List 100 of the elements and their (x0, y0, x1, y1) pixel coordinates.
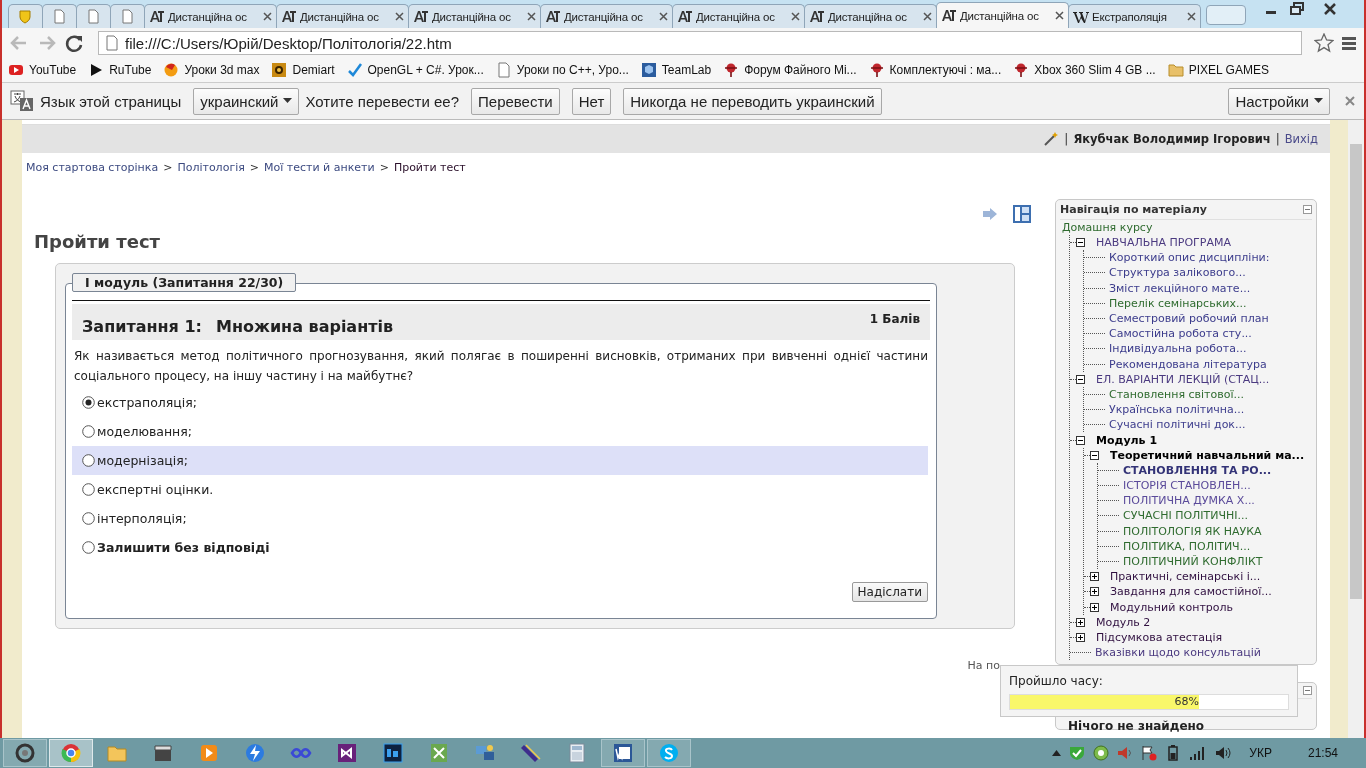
translate-button[interactable]: Нет (571, 87, 612, 115)
expand-icon[interactable] (1076, 617, 1085, 627)
nav-link[interactable]: СТАНОВЛЕННЯ ТА РО... (1123, 462, 1272, 478)
close-icon[interactable] (527, 12, 536, 21)
breadcrumb-link[interactable]: Політологія (177, 160, 245, 174)
browser-tab[interactable]: Дистанційна ос (936, 2, 1069, 28)
bookmark-link[interactable]: Уроки по C++, Уро... (495, 62, 629, 78)
nav-link[interactable]: Модульний контроль (1110, 599, 1234, 615)
panel-icon[interactable] (1012, 204, 1032, 224)
nav-link[interactable]: Українська політична... (1109, 402, 1245, 418)
close-icon[interactable] (1187, 12, 1196, 21)
expand-icon[interactable] (1076, 632, 1085, 642)
close-icon[interactable] (395, 12, 404, 21)
nav-link[interactable]: Зміст лекційного мате... (1109, 280, 1251, 296)
close-icon[interactable] (1055, 11, 1064, 20)
nav-link[interactable]: Сучасні політичні док... (1109, 417, 1246, 433)
expand-icon[interactable] (1090, 572, 1099, 582)
collapse-icon[interactable] (1076, 238, 1085, 248)
bookmark-link[interactable]: YouTube (8, 62, 77, 78)
nav-link[interactable]: Індивідуальна робота... (1109, 341, 1247, 357)
answer-option[interactable]: модернізація; (97, 453, 188, 468)
radio-button[interactable] (82, 483, 95, 496)
radio-button[interactable] (82, 425, 95, 438)
flag-icon[interactable] (1141, 745, 1158, 761)
breadcrumb-link[interactable]: Мої тести й анкети (264, 160, 375, 174)
shield-check-icon[interactable] (1069, 745, 1086, 761)
nav-link[interactable]: Перелік семінарських... (1109, 295, 1247, 311)
nav-link[interactable]: Домашня курсу (1062, 220, 1312, 235)
bookmark-link[interactable]: Комплектуючі : ма... (868, 62, 1002, 78)
browser-tab[interactable] (76, 4, 111, 28)
nav-link[interactable]: Становлення світової... (1109, 386, 1244, 402)
answer-option[interactable]: екстраполяція; (97, 395, 198, 410)
browser-tab[interactable] (42, 4, 77, 28)
nav-link[interactable]: Короткий опис дисципліни: (1109, 250, 1270, 266)
close-icon[interactable] (659, 12, 668, 21)
taskbar-button[interactable] (601, 739, 645, 767)
radio-button[interactable] (82, 396, 95, 409)
nav-link[interactable]: Теоретичний навчальний ма... (1110, 447, 1305, 463)
translate-button[interactable]: Перевести (471, 87, 560, 115)
browser-tab[interactable]: Дистанційна ос (672, 4, 805, 28)
nav-link[interactable]: Практичні, семінарські і... (1110, 569, 1261, 585)
logout-link[interactable]: Вихід (1284, 132, 1318, 146)
expand-icon[interactable] (1090, 587, 1099, 597)
scrollbar[interactable] (1348, 120, 1364, 738)
close-icon[interactable] (923, 12, 932, 21)
caret-up-icon[interactable] (1052, 750, 1062, 756)
bookmark-link[interactable]: Уроки 3d max (163, 62, 260, 78)
address-field[interactable]: file:///C:/Users/Юрій/Desktop/Політологія/22.htm (98, 31, 1302, 55)
bookmark-link[interactable]: OpenGL + C#. Урок... (346, 62, 484, 78)
keyboard-language[interactable]: УКР (1249, 746, 1272, 760)
browser-tab[interactable]: Дистанційна ос (276, 4, 409, 28)
browser-tab[interactable]: Дистанційна ос (144, 4, 277, 28)
menu-icon[interactable] (1340, 34, 1358, 52)
breadcrumb-link[interactable]: Моя стартова сторінка (26, 160, 159, 174)
answer-option[interactable]: інтерполяція; (97, 511, 187, 526)
volume-icon[interactable] (1215, 745, 1234, 761)
nav-link[interactable]: ІСТОРІЯ СТАНОВЛЕН... (1123, 478, 1251, 494)
bookmark-link[interactable]: TeamLab (640, 62, 712, 78)
close-icon[interactable] (263, 12, 272, 21)
browser-tab[interactable] (110, 4, 145, 28)
clock[interactable]: 21:54 (1307, 746, 1338, 760)
nav-link[interactable]: Модуль 2 (1096, 614, 1151, 630)
collapse-icon[interactable] (1090, 450, 1099, 460)
options-dropdown[interactable]: Настройки (1228, 87, 1330, 115)
browser-tab[interactable]: Дистанційна ос (408, 4, 541, 28)
nav-link[interactable]: ПОЛІТИКА, ПОЛІТИЧ... (1123, 538, 1251, 554)
browser-tab[interactable]: Дистанційна ос (540, 4, 673, 28)
radio-button[interactable] (82, 512, 95, 525)
translate-button[interactable]: Никогда не переводить украинский (623, 87, 882, 115)
bookmark-link[interactable]: Форум Файного Мі... (723, 62, 857, 78)
bookmark-link[interactable]: Xbox 360 Slim 4 GB ... (1013, 62, 1156, 78)
nav-link[interactable]: СУЧАСНІ ПОЛІТИЧНІ... (1123, 508, 1249, 524)
nav-link[interactable]: ПОЛІТИЧНА ДУМКА Х... (1123, 493, 1255, 509)
nav-link[interactable]: НАВЧАЛЬНА ПРОГРАМА (1096, 235, 1231, 251)
nav-link[interactable]: ЕЛ. ВАРІАНТИ ЛЕКЦІЙ (СТАЦ... (1096, 371, 1270, 387)
bookmark-link[interactable]: PIXEL GAMES (1167, 62, 1269, 78)
radio-button[interactable] (82, 541, 95, 554)
expand-icon[interactable] (1090, 602, 1099, 612)
bookmark-link[interactable]: RuTube (88, 62, 152, 78)
taskbar-button[interactable] (3, 739, 47, 767)
nav-link[interactable]: Модуль 1 (1096, 432, 1158, 448)
nav-link[interactable]: Підсумкова атестація (1096, 629, 1223, 645)
nav-link[interactable]: Завдання для самостійної... (1110, 584, 1272, 600)
answer-option[interactable]: Залишити без відповіді (97, 540, 270, 555)
browser-tab[interactable]: Дистанційна ос (804, 4, 937, 28)
circle-icon[interactable] (1093, 745, 1110, 761)
nav-link[interactable]: ПОЛІТИЧНИЙ КОНФЛІКТ (1123, 554, 1263, 570)
nav-link[interactable]: Структура залікового... (1109, 265, 1246, 281)
language-dropdown[interactable]: украинский (193, 87, 300, 115)
nav-link[interactable]: Вказівки щодо консультацій (1095, 645, 1261, 661)
star-icon[interactable] (1314, 33, 1334, 53)
nav-link[interactable]: Рекомендована література (1109, 356, 1267, 372)
close-icon[interactable] (791, 12, 800, 21)
nav-link[interactable]: Самостійна робота сту... (1109, 326, 1252, 342)
submit-button[interactable]: Надіслати (851, 582, 928, 602)
browser-tab[interactable]: Екстраполяція (1068, 4, 1201, 28)
collapse-icon[interactable] (1076, 374, 1085, 384)
answer-option[interactable]: моделювання; (97, 424, 193, 439)
collapse-icon[interactable] (1076, 435, 1085, 445)
nav-link[interactable]: ПОЛІТОЛОГІЯ ЯК НАУКА (1123, 523, 1262, 539)
